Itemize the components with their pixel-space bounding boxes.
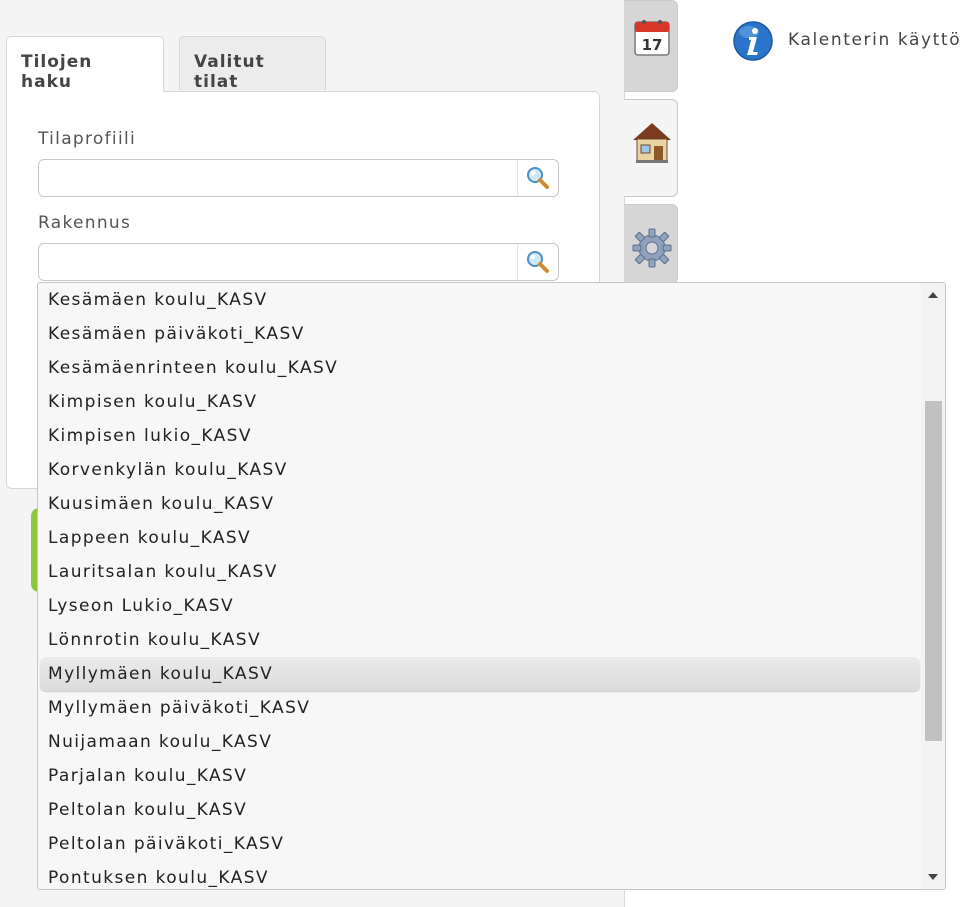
dropdown-option[interactable]: Kimpisen koulu_KASV: [38, 385, 922, 419]
dropdown-option[interactable]: Lyseon Lukio_KASV: [38, 589, 922, 623]
dropdown-option[interactable]: Nuijamaan koulu_KASV: [38, 725, 922, 759]
side-tab-settings[interactable]: [624, 204, 678, 284]
dropdown-option[interactable]: Myllymäen päiväkoti_KASV: [38, 691, 922, 725]
side-tab-calendar[interactable]: 17: [624, 0, 678, 92]
tab-space-search[interactable]: Tilojen haku: [6, 36, 164, 92]
space-profile-input[interactable]: [38, 159, 559, 197]
house-icon: [633, 123, 671, 163]
building-dropdown[interactable]: Kesämäen koulu_KASV Kesämäen päiväkoti_KA…: [37, 282, 946, 890]
info-icon[interactable]: [732, 20, 774, 62]
dropdown-option[interactable]: Kesämäen päiväkoti_KASV: [38, 317, 922, 351]
calendar-day-number: 17: [642, 36, 663, 54]
building-input[interactable]: [38, 243, 559, 281]
space-profile-label: Tilaprofiili: [38, 129, 137, 149]
dropdown-option[interactable]: Kimpisen lukio_KASV: [38, 419, 922, 453]
dropdown-option[interactable]: Kuusimäen koulu_KASV: [38, 487, 922, 521]
dropdown-option[interactable]: Peltolan koulu_KASV: [38, 793, 922, 827]
dropdown-option[interactable]: Lauritsalan koulu_KASV: [38, 555, 922, 589]
dropdown-option[interactable]: Korvenkylän koulu_KASV: [38, 453, 922, 487]
scroll-thumb[interactable]: [925, 401, 942, 741]
magnifier-icon: [527, 251, 549, 273]
building-label: Rakennus: [38, 213, 132, 233]
calendar-help-link[interactable]: Kalenterin käyttö: [788, 30, 961, 50]
scroll-down-arrow[interactable]: [928, 874, 938, 880]
side-tab-building[interactable]: [624, 99, 678, 197]
dropdown-option[interactable]: Pontuksen koulu_KASV: [38, 861, 922, 889]
calendar-icon: 17: [634, 20, 670, 56]
dropdown-scrollbar[interactable]: [921, 283, 945, 889]
building-search-button[interactable]: [517, 244, 558, 280]
dropdown-option[interactable]: Kesämäenrinteen koulu_KASV: [38, 351, 922, 385]
space-profile-search-button[interactable]: [517, 160, 558, 196]
tab-selected-spaces[interactable]: Valitut tilat: [179, 36, 326, 92]
scroll-up-arrow[interactable]: [928, 292, 938, 298]
gear-icon: [632, 228, 672, 268]
dropdown-option[interactable]: Lönnrotin koulu_KASV: [38, 623, 922, 657]
dropdown-option[interactable]: Peltolan päiväkoti_KASV: [38, 827, 922, 861]
dropdown-list: Kesämäen koulu_KASV Kesämäen päiväkoti_KA…: [38, 283, 922, 889]
dropdown-option[interactable]: Kesämäen koulu_KASV: [38, 283, 922, 317]
dropdown-option[interactable]: Lappeen koulu_KASV: [38, 521, 922, 555]
dropdown-option[interactable]: Parjalan koulu_KASV: [38, 759, 922, 793]
magnifier-icon: [527, 167, 549, 189]
dropdown-option[interactable]: Myllymäen koulu_KASV: [40, 657, 920, 691]
